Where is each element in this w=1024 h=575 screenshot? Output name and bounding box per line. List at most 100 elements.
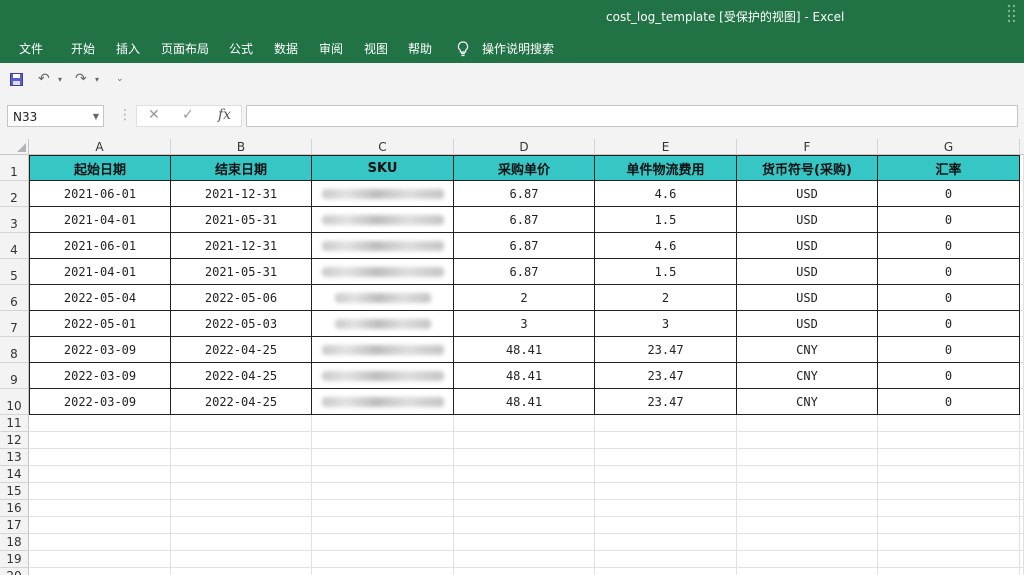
table-cell[interactable]: CNY <box>737 389 878 415</box>
empty-cell[interactable] <box>737 551 878 568</box>
tab-review[interactable]: 审阅 <box>319 40 343 57</box>
table-cell[interactable] <box>312 233 454 259</box>
undo-dropdown-icon[interactable]: ▾ <box>58 75 62 84</box>
table-cell[interactable]: 2021-06-01 <box>29 233 171 259</box>
empty-cell[interactable] <box>454 415 595 432</box>
row-header[interactable]: 3 <box>0 207 29 233</box>
column-header-e[interactable]: E <box>595 139 737 155</box>
more-options-icon[interactable]: ⋮ <box>118 107 132 123</box>
empty-cell[interactable] <box>1020 311 1024 337</box>
empty-cell[interactable] <box>454 517 595 534</box>
table-cell[interactable]: 6.87 <box>454 181 595 207</box>
row-header[interactable]: 11 <box>0 415 29 432</box>
row-header[interactable]: 12 <box>0 432 29 449</box>
empty-cell[interactable] <box>312 466 454 483</box>
row-header[interactable]: 13 <box>0 449 29 466</box>
table-cell[interactable]: 2022-03-09 <box>29 389 171 415</box>
row-header[interactable]: 7 <box>0 311 29 337</box>
table-cell[interactable]: 2 <box>595 285 737 311</box>
empty-cell[interactable] <box>595 568 737 575</box>
table-cell[interactable]: 0 <box>878 181 1020 207</box>
table-cell[interactable]: USD <box>737 181 878 207</box>
empty-cell[interactable] <box>878 466 1020 483</box>
empty-cell[interactable] <box>1020 500 1024 517</box>
table-cell[interactable] <box>312 389 454 415</box>
table-cell[interactable]: 0 <box>878 259 1020 285</box>
enter-icon[interactable]: ✓ <box>182 107 194 123</box>
column-header-a[interactable]: A <box>29 139 171 155</box>
table-cell[interactable]: 2021-04-01 <box>29 259 171 285</box>
table-cell[interactable]: 48.41 <box>454 389 595 415</box>
empty-cell[interactable] <box>737 517 878 534</box>
empty-cell[interactable] <box>595 517 737 534</box>
row-header[interactable]: 9 <box>0 363 29 389</box>
table-cell[interactable] <box>312 311 454 337</box>
empty-cell[interactable] <box>595 534 737 551</box>
empty-cell[interactable] <box>1020 181 1024 207</box>
table-cell[interactable]: 2 <box>454 285 595 311</box>
empty-cell[interactable] <box>171 534 312 551</box>
table-cell[interactable] <box>312 285 454 311</box>
table-cell[interactable]: 0 <box>878 363 1020 389</box>
table-cell[interactable]: 0 <box>878 285 1020 311</box>
empty-cell[interactable] <box>878 534 1020 551</box>
table-cell[interactable]: 48.41 <box>454 337 595 363</box>
empty-cell[interactable] <box>737 449 878 466</box>
table-cell[interactable]: CNY <box>737 337 878 363</box>
empty-cell[interactable] <box>29 551 171 568</box>
empty-cell[interactable] <box>737 415 878 432</box>
row-header[interactable]: 1 <box>0 155 29 181</box>
empty-cell[interactable] <box>1020 207 1024 233</box>
table-cell[interactable]: 1.5 <box>595 259 737 285</box>
table-cell[interactable]: 4.6 <box>595 181 737 207</box>
empty-cell[interactable] <box>454 483 595 500</box>
row-header[interactable]: 17 <box>0 517 29 534</box>
table-cell[interactable]: 2022-03-09 <box>29 363 171 389</box>
empty-cell[interactable] <box>878 500 1020 517</box>
empty-cell[interactable] <box>29 534 171 551</box>
table-cell[interactable] <box>312 337 454 363</box>
empty-cell[interactable] <box>171 449 312 466</box>
empty-cell[interactable] <box>595 483 737 500</box>
empty-cell[interactable] <box>737 432 878 449</box>
empty-cell[interactable] <box>595 466 737 483</box>
empty-cell[interactable] <box>171 432 312 449</box>
table-header-cell[interactable]: 结束日期 <box>171 155 312 181</box>
empty-cell[interactable] <box>29 483 171 500</box>
table-cell[interactable]: 2022-04-25 <box>171 389 312 415</box>
table-cell[interactable]: 0 <box>878 311 1020 337</box>
table-cell[interactable]: 6.87 <box>454 207 595 233</box>
table-cell[interactable]: CNY <box>737 363 878 389</box>
column-header-g[interactable]: G <box>878 139 1020 155</box>
empty-cell[interactable] <box>737 466 878 483</box>
empty-cell[interactable] <box>171 568 312 575</box>
empty-cell[interactable] <box>1020 259 1024 285</box>
formula-input[interactable] <box>246 105 1018 127</box>
empty-cell[interactable] <box>171 415 312 432</box>
empty-cell[interactable] <box>29 449 171 466</box>
empty-cell[interactable] <box>29 517 171 534</box>
table-cell[interactable]: USD <box>737 233 878 259</box>
empty-cell[interactable] <box>29 466 171 483</box>
empty-cell[interactable] <box>1020 337 1024 363</box>
empty-cell[interactable] <box>1020 155 1024 181</box>
empty-cell[interactable] <box>1020 449 1024 466</box>
table-cell[interactable]: 2022-04-25 <box>171 337 312 363</box>
row-header[interactable]: 4 <box>0 233 29 259</box>
empty-cell[interactable] <box>1020 551 1024 568</box>
table-cell[interactable]: 2022-05-03 <box>171 311 312 337</box>
empty-cell[interactable] <box>878 517 1020 534</box>
empty-cell[interactable] <box>1020 517 1024 534</box>
tab-insert[interactable]: 插入 <box>116 40 140 57</box>
empty-cell[interactable] <box>1020 483 1024 500</box>
column-header-b[interactable]: B <box>171 139 312 155</box>
empty-cell[interactable] <box>454 432 595 449</box>
empty-cell[interactable] <box>737 483 878 500</box>
column-header-h[interactable] <box>1020 139 1024 155</box>
table-cell[interactable] <box>312 259 454 285</box>
row-header[interactable]: 16 <box>0 500 29 517</box>
empty-cell[interactable] <box>878 483 1020 500</box>
empty-cell[interactable] <box>312 551 454 568</box>
empty-cell[interactable] <box>454 500 595 517</box>
table-cell[interactable]: 3 <box>595 311 737 337</box>
